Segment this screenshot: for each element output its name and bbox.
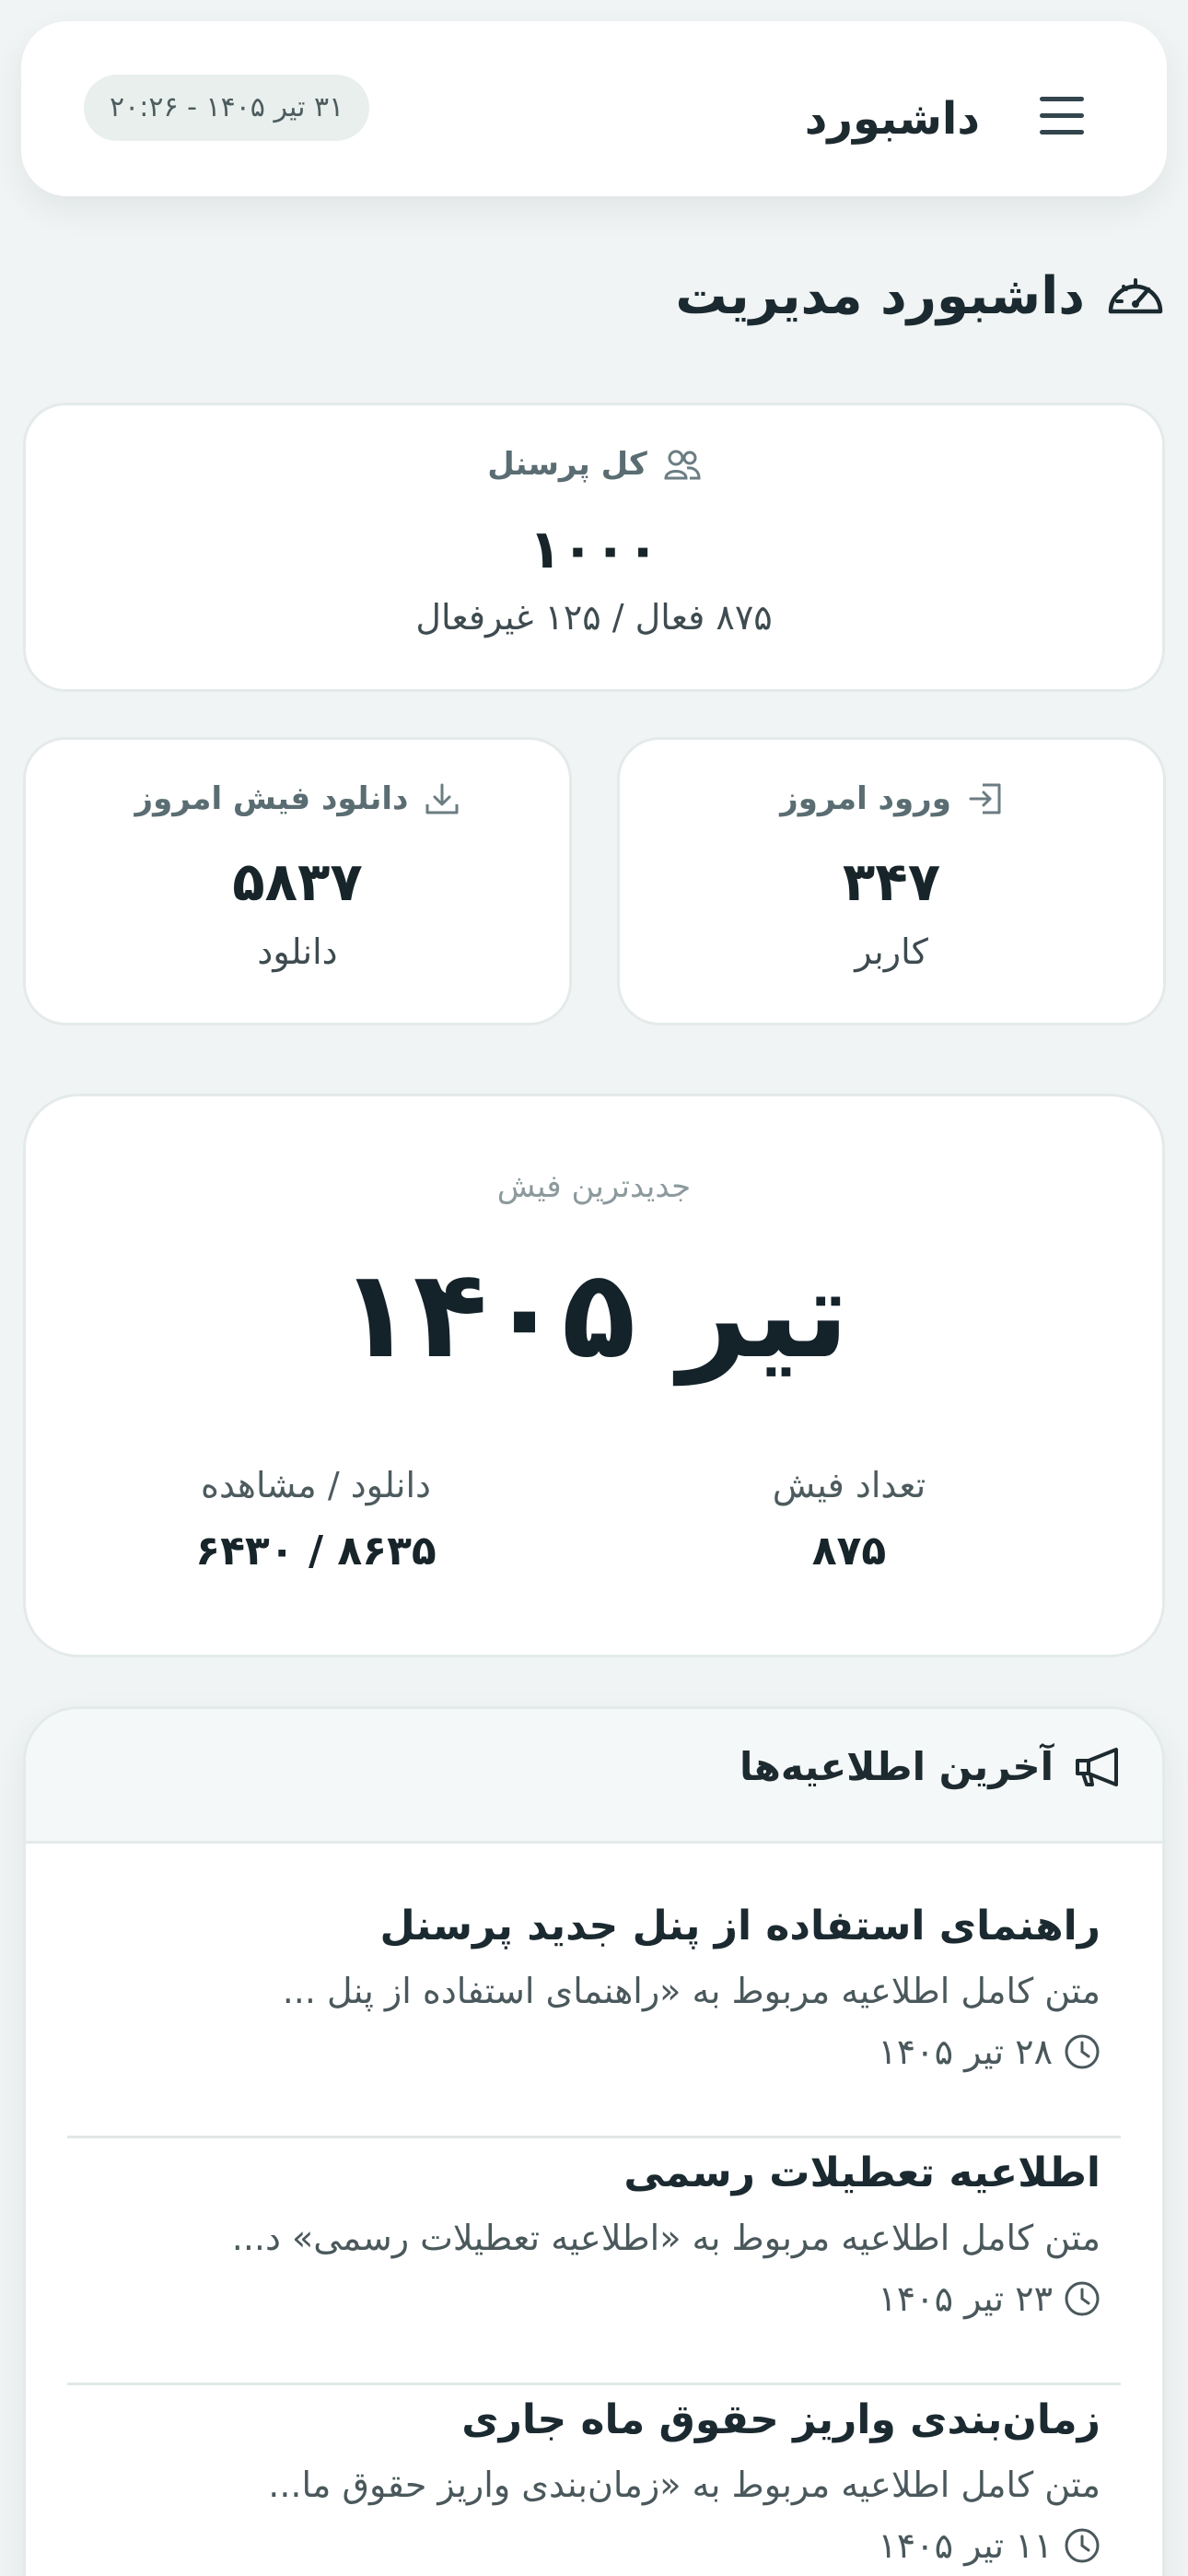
announcements-header: آخرین اطلاعیه‌ها bbox=[26, 1709, 1162, 1844]
download-icon bbox=[425, 783, 459, 814]
slip-download-view-block: دانلود / مشاهده ۸۶۳۵ / ۶۴۳۰ bbox=[132, 1465, 500, 1575]
announcement-title: زمان‌بندی واریز حقوق ماه جاری bbox=[461, 2396, 1101, 2443]
login-label: ورود امروز bbox=[780, 780, 951, 817]
latest-slip-card[interactable]: جدیدترین فیش تیر ۱۴۰۵ تعداد فیش ۸۷۵ دانل… bbox=[23, 1094, 1165, 1657]
latest-slip-period: تیر ۱۴۰۵ bbox=[339, 1244, 849, 1386]
announcement-date-row: ۱۱ تیر ۱۴۰۵ bbox=[878, 2525, 1101, 2566]
clock-icon bbox=[1065, 2281, 1100, 2316]
announcement-excerpt: متن کامل اطلاعیه مربوط به «زمان‌بندی وار… bbox=[268, 2465, 1101, 2505]
announcement-excerpt: متن کامل اطلاعیه مربوط به «اطلاعیه تعطیل… bbox=[231, 2218, 1101, 2258]
users-icon bbox=[664, 450, 701, 480]
download-label-row: دانلود فیش امروز bbox=[26, 780, 569, 817]
personnel-active-inactive: ۸۷۵ فعال / ۱۲۵ غیرفعال bbox=[415, 597, 773, 638]
slip-count-value: ۸۷۵ bbox=[811, 1528, 887, 1575]
login-icon bbox=[969, 783, 1001, 814]
page-heading: داشبورد مدیریت bbox=[675, 263, 1166, 329]
app-header: داشبورد ۳۱ تیر ۱۴۰۵ - ۲۰:۲۶ bbox=[21, 21, 1167, 196]
datetime-badge: ۳۱ تیر ۱۴۰۵ - ۲۰:۲۶ bbox=[84, 75, 370, 141]
announcement-date: ۲۸ تیر ۱۴۰۵ bbox=[878, 2032, 1053, 2072]
personnel-label: کل پرسنل bbox=[487, 446, 647, 483]
announcement-item[interactable]: اطلاعیه تعطیلات رسمی متن کامل اطلاعیه مر… bbox=[67, 2131, 1121, 2378]
today-login-stat-card: ورود امروز ۳۴۷ کاربر bbox=[617, 737, 1166, 1025]
announcement-title: راهنمای استفاده از پنل جدید پرسنل bbox=[379, 1903, 1101, 1950]
personnel-total-value: ۱۰۰۰ bbox=[529, 518, 659, 580]
slip-download-view-value: ۸۶۳۵ / ۶۴۳۰ bbox=[195, 1528, 437, 1575]
personnel-stat-card: کل پرسنل ۱۰۰۰ ۸۷۵ فعال / ۱۲۵ غیرفعال bbox=[23, 403, 1165, 692]
login-unit: کاربر bbox=[855, 931, 928, 972]
slip-count-label: تعداد فیش bbox=[772, 1465, 926, 1505]
announcement-title: اطلاعیه تعطیلات رسمی bbox=[623, 2149, 1101, 2196]
login-label-row: ورود امروز bbox=[620, 780, 1163, 817]
download-value: ۵۸۳۷ bbox=[232, 850, 363, 913]
page-title: داشبورد مدیریت bbox=[675, 265, 1085, 326]
hamburger-menu-icon[interactable] bbox=[1038, 97, 1084, 135]
announcement-item[interactable]: راهنمای استفاده از پنل جدید پرسنل متن کا… bbox=[67, 1884, 1121, 2131]
announcements-card: آخرین اطلاعیه‌ها راهنمای استفاده از پنل … bbox=[23, 1706, 1165, 2576]
announcement-date-row: ۲۳ تیر ۱۴۰۵ bbox=[878, 2278, 1101, 2319]
announcement-excerpt: متن کامل اطلاعیه مربوط به «راهنمای استفا… bbox=[282, 1971, 1101, 2011]
announcements-title: آخرین اطلاعیه‌ها bbox=[739, 1744, 1054, 1789]
announcement-item[interactable]: زمان‌بندی واریز حقوق ماه جاری متن کامل ا… bbox=[67, 2378, 1121, 2576]
megaphone-icon bbox=[1076, 1747, 1118, 1786]
download-label: دانلود فیش امروز bbox=[134, 780, 409, 817]
speedometer-icon bbox=[1108, 278, 1163, 314]
slip-count-block: تعداد فیش ۸۷۵ bbox=[665, 1465, 1033, 1575]
announcement-date: ۱۱ تیر ۱۴۰۵ bbox=[878, 2525, 1053, 2566]
download-unit: دانلود bbox=[257, 931, 338, 972]
today-download-stat-card: دانلود فیش امروز ۵۸۳۷ دانلود bbox=[23, 737, 572, 1025]
announcement-date: ۲۳ تیر ۱۴۰۵ bbox=[878, 2278, 1053, 2319]
announcement-date-row: ۲۸ تیر ۱۴۰۵ bbox=[878, 2032, 1101, 2072]
login-value: ۳۴۷ bbox=[842, 850, 941, 913]
slip-download-view-label: دانلود / مشاهده bbox=[201, 1465, 431, 1505]
clock-icon bbox=[1065, 2034, 1100, 2069]
clock-icon bbox=[1065, 2528, 1100, 2563]
latest-slip-label: جدیدترین فیش bbox=[496, 1168, 692, 1205]
personnel-label-row: کل پرسنل bbox=[26, 446, 1162, 483]
header-title: داشبورد bbox=[804, 93, 980, 145]
